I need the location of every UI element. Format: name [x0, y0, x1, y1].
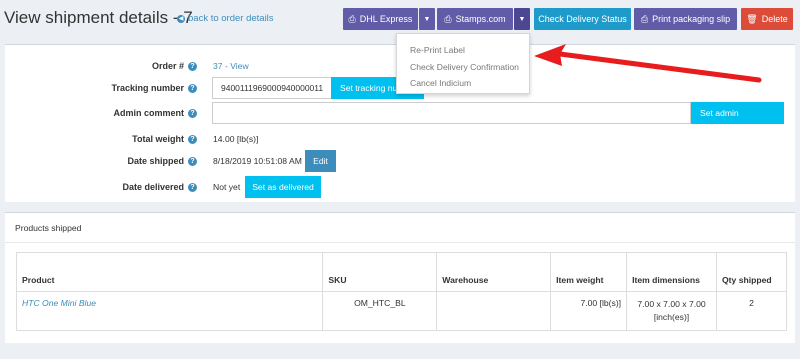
item-weight-cell: 7.00 [lb(s)]: [550, 291, 628, 331]
date-shipped-label: Date shipped ?: [127, 150, 197, 172]
products-table: Product SKU Warehouse Item weight Item d…: [15, 252, 787, 331]
check-delivery-status-button[interactable]: Check Delivery Status: [534, 8, 631, 30]
tracking-number-input[interactable]: 9400111969000940000011: [212, 77, 332, 99]
stamps-com-label: Stamps.com: [455, 14, 506, 24]
date-shipped-row: Date shipped ? 8/18/2019 10:51:08 AM Edi…: [5, 150, 795, 172]
col-item-weight: Item weight: [550, 252, 628, 292]
col-warehouse: Warehouse: [436, 252, 552, 292]
printer-icon: ⎙: [640, 13, 649, 24]
products-shipped-title: Products shipped: [5, 213, 795, 243]
col-product: Product: [15, 252, 324, 292]
warehouse-cell: [436, 291, 552, 331]
menu-item-cancel-indicium[interactable]: Cancel Indicium: [397, 75, 529, 92]
total-weight-label: Total weight ?: [132, 128, 197, 150]
delete-button[interactable]: 🗑 Delete: [741, 8, 793, 30]
menu-item-check-delivery-confirmation[interactable]: Check Delivery Confirmation: [397, 59, 529, 76]
back-arrow-icon: ◀: [177, 14, 185, 23]
help-icon[interactable]: ?: [188, 134, 197, 144]
dhl-dropdown-toggle[interactable]: ▼: [419, 8, 435, 30]
menu-item-reprint-label[interactable]: Re-Print Label: [397, 42, 529, 59]
printer-icon: ⎙: [348, 13, 356, 24]
sku-cell: OM_HTC_BL: [322, 291, 438, 331]
qty-shipped-cell: 2: [716, 291, 787, 331]
help-icon[interactable]: ?: [188, 83, 197, 93]
help-icon[interactable]: ?: [188, 156, 197, 166]
dhl-express-button[interactable]: ⎙ DHL Express: [343, 8, 418, 30]
order-label: Order # ?: [152, 55, 197, 77]
back-link-label: back to order details: [188, 13, 274, 24]
printer-icon: ⎙: [444, 13, 452, 24]
col-qty-shipped: Qty shipped: [716, 252, 787, 292]
caret-down-icon: ▼: [423, 15, 431, 23]
delete-label: Delete: [761, 14, 788, 24]
total-weight-row: Total weight ? 14.00 [lb(s)]: [5, 128, 795, 150]
date-delivered-value: Not yet: [213, 182, 241, 192]
stamps-dropdown-toggle[interactable]: ▼: [514, 8, 530, 30]
help-icon[interactable]: ?: [188, 108, 197, 118]
col-item-dimensions: Item dimensions: [626, 252, 717, 292]
item-dimensions-cell: 7.00 x 7.00 x 7.00 [inch(es)]: [626, 291, 717, 331]
set-as-delivered-button[interactable]: Set as delivered: [245, 176, 321, 198]
page-title: View shipment details - 7: [4, 8, 193, 27]
print-slip-label: Print packaging slip: [652, 14, 731, 24]
total-weight-value: 14.00 [lb(s)]: [213, 134, 259, 144]
product-name-link[interactable]: HTC One Mini Blue: [15, 291, 324, 331]
back-to-order-link[interactable]: ◀ back to order details: [177, 13, 274, 24]
table-header-row: Product SKU Warehouse Item weight Item d…: [15, 252, 787, 292]
admin-comment-input[interactable]: [212, 102, 691, 124]
order-link[interactable]: 37 - View: [213, 55, 249, 77]
stamps-com-button[interactable]: ⎙ Stamps.com: [437, 8, 513, 30]
trash-icon: 🗑: [746, 13, 758, 24]
admin-comment-label: Admin comment ?: [113, 102, 197, 124]
tracking-label: Tracking number ?: [111, 77, 197, 99]
dhl-express-label: DHL Express: [359, 14, 413, 24]
date-shipped-value: 8/18/2019 10:51:08 AM: [213, 156, 302, 166]
stamps-dropdown-menu: Re-Print Label Check Delivery Confirmati…: [396, 33, 530, 94]
table-row: HTC One Mini Blue OM_HTC_BL 7.00 [lb(s)]…: [15, 291, 787, 331]
set-admin-comment-button[interactable]: Set admin comment: [691, 102, 784, 140]
annotation-arrow: [534, 44, 762, 83]
help-icon[interactable]: ?: [188, 182, 197, 192]
col-sku: SKU: [322, 252, 438, 292]
caret-down-icon: ▼: [518, 15, 526, 23]
print-packaging-slip-button[interactable]: ⎙ Print packaging slip: [634, 8, 737, 30]
products-shipped-panel: Products shipped Product SKU Warehouse I…: [5, 212, 795, 343]
help-icon[interactable]: ?: [188, 61, 197, 71]
date-delivered-row: Date delivered ? Not yet Set as delivere…: [5, 176, 795, 198]
admin-comment-row: Admin comment ? Set admin comment: [5, 102, 795, 140]
edit-date-button[interactable]: Edit: [305, 150, 336, 172]
date-delivered-label: Date delivered ?: [122, 176, 197, 198]
